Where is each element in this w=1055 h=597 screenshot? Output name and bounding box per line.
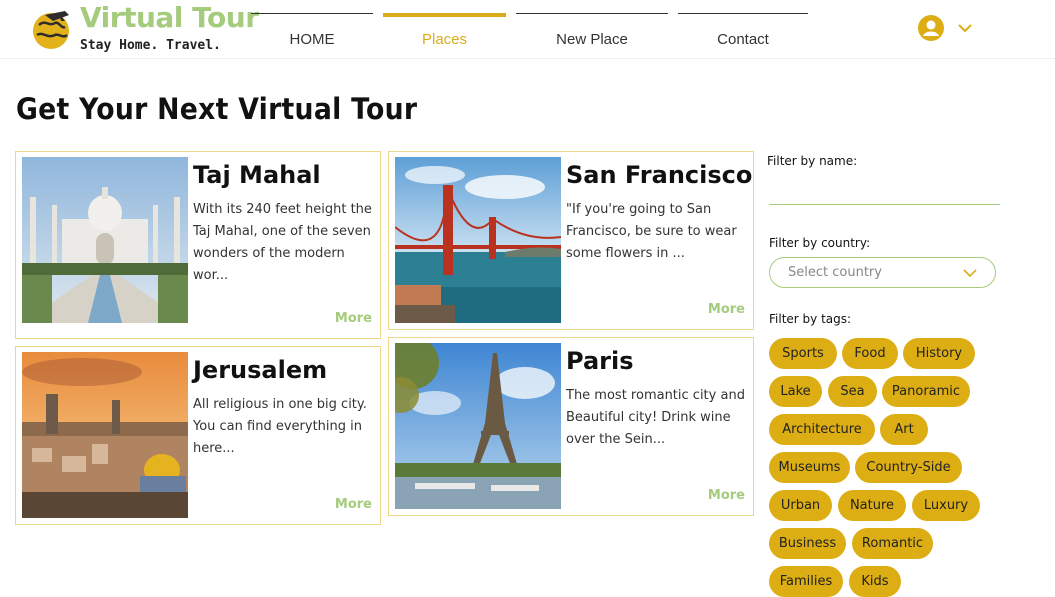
brand-title[interactable]: Virtual Tour bbox=[80, 1, 259, 34]
place-card-jerusalem[interactable]: Jerusalem All religious in one big city.… bbox=[15, 346, 381, 525]
chevron-down-icon bbox=[963, 269, 977, 278]
place-description: "If you're going to San Francisco, be su… bbox=[566, 202, 737, 261]
jerusalem-skyline-photo[interactable] bbox=[22, 352, 188, 518]
tag-museums[interactable]: Museums bbox=[769, 452, 850, 483]
tag-art[interactable]: Art bbox=[880, 414, 928, 445]
tag-sea[interactable]: Sea bbox=[828, 376, 877, 407]
tag-panoramic[interactable]: Panoramic bbox=[882, 376, 970, 407]
filter-name-input[interactable] bbox=[769, 178, 1000, 205]
filter-name-label: Filter by name: bbox=[767, 154, 858, 168]
tag-sports[interactable]: Sports bbox=[769, 338, 837, 369]
more-link[interactable]: More bbox=[708, 488, 745, 503]
tag-history[interactable]: History bbox=[903, 338, 975, 369]
chevron-down-icon[interactable] bbox=[957, 22, 973, 34]
nav-places[interactable]: Places bbox=[383, 13, 506, 53]
place-name[interactable]: Jerusalem bbox=[193, 356, 327, 384]
place-card-san-francisco[interactable]: San Francisco "If you're going to San Fr… bbox=[388, 151, 754, 330]
country-select-placeholder: Select country bbox=[788, 265, 882, 280]
filter-tags-label: Filter by tags: bbox=[769, 312, 852, 326]
more-link[interactable]: More bbox=[335, 497, 372, 512]
globe-airplane-icon[interactable] bbox=[31, 7, 73, 51]
tag-luxury[interactable]: Luxury bbox=[912, 490, 980, 521]
country-select[interactable]: Select country bbox=[769, 257, 996, 288]
place-card-paris[interactable]: Paris The most romantic city and Beautif… bbox=[388, 337, 754, 516]
tag-nature[interactable]: Nature bbox=[838, 490, 906, 521]
nav-home[interactable]: HOME bbox=[251, 13, 373, 53]
tag-architecture[interactable]: Architecture bbox=[769, 414, 875, 445]
tag-country-side[interactable]: Country-Side bbox=[855, 452, 962, 483]
tag-business[interactable]: Business bbox=[769, 528, 846, 559]
taj-mahal-photo[interactable] bbox=[22, 157, 188, 323]
place-name[interactable]: San Francisco bbox=[566, 161, 752, 189]
eiffel-tower-photo[interactable] bbox=[395, 343, 561, 509]
brand-tagline: Stay Home. Travel. bbox=[80, 38, 221, 53]
tag-urban[interactable]: Urban bbox=[769, 490, 832, 521]
tag-kids[interactable]: Kids bbox=[849, 566, 901, 597]
tag-lake[interactable]: Lake bbox=[769, 376, 822, 407]
place-card-taj-mahal[interactable]: Taj Mahal With its 240 feet height the T… bbox=[15, 151, 381, 339]
more-link[interactable]: More bbox=[708, 302, 745, 317]
site-header: Virtual Tour Stay Home. Travel. HOME Pla… bbox=[0, 0, 1055, 59]
place-name[interactable]: Taj Mahal bbox=[193, 161, 321, 189]
place-description: All religious in one big city. You can f… bbox=[193, 397, 367, 456]
nav-contact[interactable]: Contact bbox=[678, 13, 808, 53]
nav-new-place[interactable]: New Place bbox=[516, 13, 668, 53]
tag-romantic[interactable]: Romantic bbox=[852, 528, 933, 559]
page-title: Get Your Next Virtual Tour bbox=[16, 92, 418, 126]
tag-food[interactable]: Food bbox=[842, 338, 898, 369]
place-description: The most romantic city and Beautiful cit… bbox=[566, 388, 745, 447]
more-link[interactable]: More bbox=[335, 311, 372, 326]
place-name[interactable]: Paris bbox=[566, 347, 634, 375]
golden-gate-bridge-photo[interactable] bbox=[395, 157, 561, 323]
user-avatar-icon[interactable] bbox=[918, 15, 944, 41]
place-description: With its 240 feet height the Taj Mahal, … bbox=[193, 202, 372, 283]
filter-country-label: Filter by country: bbox=[769, 236, 871, 250]
tag-families[interactable]: Families bbox=[769, 566, 843, 597]
